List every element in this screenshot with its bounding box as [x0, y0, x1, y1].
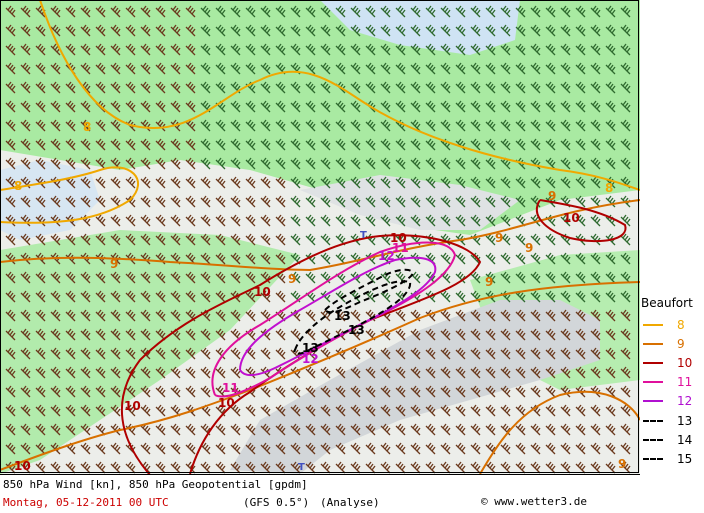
label-10-b: 10 [124, 399, 141, 413]
footer-run: (Analyse) [320, 496, 380, 509]
legend-swatch [643, 420, 663, 422]
footer-date: Montag, 05-12-2011 00 UTC [3, 496, 169, 509]
label-9-g: 9 [618, 457, 626, 471]
label-13-b: 13 [348, 323, 365, 337]
legend-item-15: 15 [643, 452, 703, 466]
legend-item-11: 11 [643, 375, 703, 389]
legend-item-10: 10 [643, 356, 703, 370]
label-13-c: 13 [302, 341, 319, 355]
label-10-e: 10 [563, 211, 580, 225]
legend-title: Beaufort [641, 296, 693, 310]
label-8-b: 8 [14, 179, 22, 193]
label-10-a: 10 [254, 285, 271, 299]
legend-swatch [643, 324, 663, 326]
label-9-c: 9 [548, 189, 556, 203]
city-marker-a: T [360, 230, 367, 241]
legend-item-12: 12 [643, 394, 703, 408]
legend-item-8: 8 [643, 318, 703, 332]
legend-value: 12 [677, 394, 693, 408]
legend-swatch [643, 458, 663, 460]
label-9-d: 9 [495, 231, 503, 245]
legend-item-9: 9 [643, 337, 703, 351]
legend-value: 13 [677, 414, 693, 428]
legend-value: 8 [677, 318, 685, 332]
legend-swatch [643, 439, 663, 441]
legend-value: 10 [677, 356, 693, 370]
footer-model: (GFS 0.5°) [243, 496, 310, 509]
label-9-b: 9 [288, 272, 296, 286]
label-12-a: 12 [378, 249, 395, 263]
legend-swatch [643, 400, 663, 402]
legend-swatch [643, 343, 663, 345]
label-9-e: 9 [525, 241, 533, 255]
label-8-a: 8 [83, 120, 91, 134]
city-marker-b: T [298, 462, 305, 473]
legend-value: 14 [677, 433, 693, 447]
legend-swatch [643, 381, 663, 383]
map-footer: 850 hPa Wind [kn], 850 hPa Geopotential … [0, 474, 640, 513]
label-8-c: 8 [605, 181, 613, 195]
label-9-f: 9 [485, 275, 493, 289]
label-10-c: 10 [218, 396, 235, 410]
legend-item-13: 13 [643, 414, 703, 428]
label-13-a: 13 [334, 309, 351, 323]
footer-parameters: 850 hPa Wind [kn], 850 hPa Geopotential … [3, 478, 308, 491]
legend-item-14: 14 [643, 433, 703, 447]
legend-value: 9 [677, 337, 685, 351]
footer-copyright: © www.wetter3.de [481, 495, 587, 508]
label-9-a: 9 [110, 257, 118, 271]
legend-swatch [643, 362, 663, 364]
map-canvas: 8 8 8 9 9 9 9 9 9 9 10 10 10 10 10 10 11… [0, 0, 640, 474]
label-10-f: 10 [14, 459, 31, 473]
legend-value: 11 [677, 375, 693, 389]
legend-value: 15 [677, 452, 693, 466]
wind-map: 8 8 8 9 9 9 9 9 9 9 10 10 10 10 10 10 11… [0, 0, 640, 474]
label-11-b: 11 [222, 381, 239, 395]
